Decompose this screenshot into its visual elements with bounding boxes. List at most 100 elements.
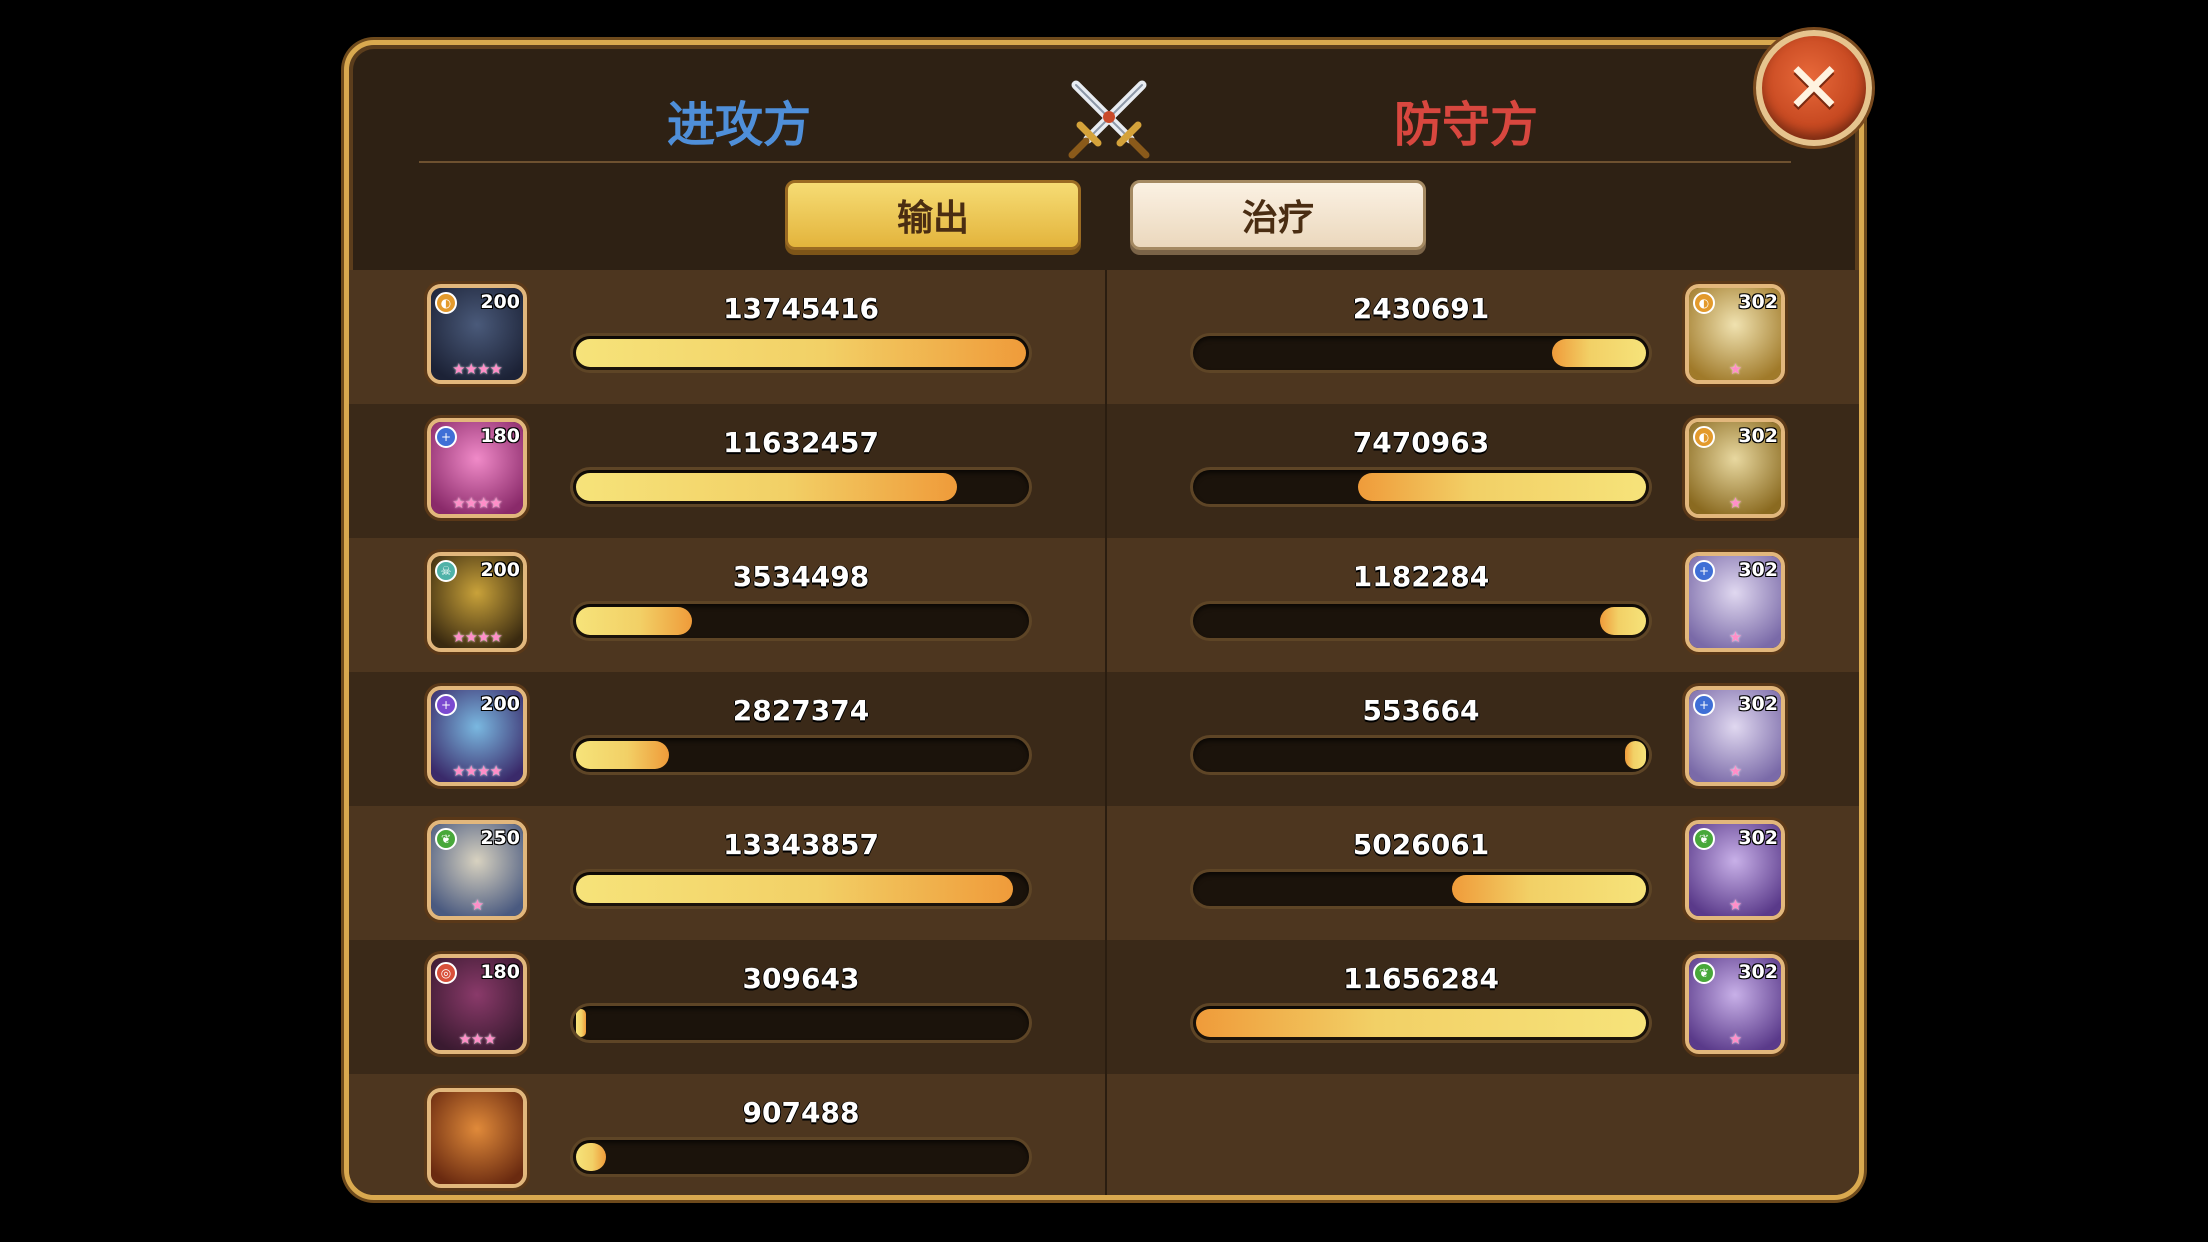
- element-light-icon: ◐: [1693, 426, 1715, 448]
- element-fire-icon: ◎: [435, 962, 457, 984]
- attacker-damage-value: 13745416: [723, 292, 879, 325]
- hero-avatar[interactable]: ❦ 302 ★: [1685, 820, 1785, 920]
- hero-level: 302: [1738, 559, 1778, 581]
- stats-rows: ◐ 200 ★★★★ 13745416 2430691 ◐ 302 ★ +180 ★★★★ 1163…: [349, 270, 1859, 1195]
- close-icon: ✕: [1784, 47, 1844, 129]
- hero-portrait-orange-ogre: [431, 1092, 523, 1184]
- hero-avatar[interactable]: ◐ 200 ★★★★: [427, 284, 527, 384]
- element-nature-icon: ❦: [1693, 962, 1715, 984]
- attacker-damage-value: 2827374: [732, 694, 870, 727]
- crossed-swords-icon: [1064, 73, 1154, 163]
- hero-avatar[interactable]: +200 ★★★★: [427, 686, 527, 786]
- star-rating-icon: ★: [470, 896, 484, 914]
- star-rating-icon: ★★★★: [452, 494, 503, 512]
- tab-output[interactable]: 输出: [785, 180, 1081, 250]
- header-divider: [419, 161, 1791, 163]
- element-shadow-icon: +: [435, 694, 457, 716]
- hero-avatar[interactable]: ☠ 200 ★★★★: [427, 552, 527, 652]
- defender-damage-value: 7470963: [1352, 426, 1490, 459]
- element-light-icon: ◐: [435, 292, 457, 314]
- element-nature-icon: ❦: [435, 828, 457, 850]
- attacker-damage-bar: [573, 738, 1029, 772]
- attacker-damage-value: 309643: [742, 962, 860, 995]
- bar-fill: [576, 1009, 586, 1037]
- hero-avatar[interactable]: ❦ 302 ★: [1685, 954, 1785, 1054]
- star-rating-icon: ★★★★: [452, 628, 503, 646]
- defender-damage-bar: [1193, 336, 1649, 370]
- hero-level: 302: [1738, 693, 1778, 715]
- defender-damage-bar: [1193, 872, 1649, 906]
- hero-avatar[interactable]: ◎ 180 ★★★: [427, 954, 527, 1054]
- star-rating-icon: ★★★★: [452, 762, 503, 780]
- bar-fill: [1196, 1009, 1646, 1037]
- star-rating-icon: ★★★: [458, 1030, 496, 1048]
- defender-damage-bar: [1193, 1006, 1649, 1040]
- stats-row: ☠ 200 ★★★★ 3534498 1182284 +302 ★: [349, 538, 1859, 672]
- bar-fill: [576, 473, 957, 501]
- defender-damage-value: 11656284: [1343, 962, 1499, 995]
- defender-damage-value: 1182284: [1352, 560, 1490, 593]
- star-rating-icon: ★: [1728, 1030, 1742, 1048]
- element-forest-cross-icon: +: [1693, 694, 1715, 716]
- attacker-damage-value: 3534498: [732, 560, 870, 593]
- attacker-damage-value: 13343857: [723, 828, 879, 861]
- hero-avatar[interactable]: +180 ★★★★: [427, 418, 527, 518]
- element-skull-icon: ☠: [435, 560, 457, 582]
- star-rating-icon: ★: [1728, 628, 1742, 646]
- hero-avatar[interactable]: ◐ 302 ★: [1685, 284, 1785, 384]
- star-rating-icon: ★: [1728, 494, 1742, 512]
- bar-fill: [576, 339, 1026, 367]
- defender-damage-value: 5026061: [1352, 828, 1490, 861]
- attacker-title[interactable]: 进攻方: [589, 85, 889, 155]
- tab-heal[interactable]: 治疗: [1130, 180, 1426, 250]
- bar-fill: [576, 741, 669, 769]
- hero-level: 250: [480, 827, 520, 849]
- defender-damage-value: 553664: [1362, 694, 1480, 727]
- attacker-damage-value: 907488: [742, 1096, 860, 1129]
- hero-avatar[interactable]: ❦ 250 ★: [427, 820, 527, 920]
- close-button[interactable]: ✕: [1756, 30, 1872, 146]
- star-rating-icon: ★★★★: [452, 360, 503, 378]
- attacker-damage-bar: [573, 1140, 1029, 1174]
- hero-level: 180: [480, 425, 520, 447]
- bar-fill: [1452, 875, 1646, 903]
- defender-title[interactable]: 防守方: [1316, 85, 1616, 155]
- attacker-damage-bar: [573, 604, 1029, 638]
- defender-damage-bar: [1193, 470, 1649, 504]
- star-rating-icon: ★: [1728, 360, 1742, 378]
- element-light-icon: ◐: [1693, 292, 1715, 314]
- attacker-damage-bar: [573, 872, 1029, 906]
- bar-fill: [576, 1143, 606, 1171]
- bar-fill: [1358, 473, 1646, 501]
- hero-level: 200: [480, 559, 520, 581]
- attacker-damage-bar: [573, 1006, 1029, 1040]
- element-nature-icon: ❦: [1693, 828, 1715, 850]
- hero-level: 200: [480, 693, 520, 715]
- hero-level: 180: [480, 961, 520, 983]
- stats-row: ◎ 180 ★★★ 309643 11656284 ❦ 302 ★: [349, 940, 1859, 1074]
- center-divider: [1105, 270, 1107, 1195]
- battle-stats-panel: 进攻方 防守方 输出 治疗 ◐ 200 ★★★★ 13745416 2430691 ◐ 30…: [344, 40, 1864, 1200]
- hero-avatar[interactable]: ◐ 302 ★: [1685, 418, 1785, 518]
- hero-avatar[interactable]: +302 ★: [1685, 686, 1785, 786]
- star-rating-icon: ★: [1728, 896, 1742, 914]
- defender-damage-bar: [1193, 604, 1649, 638]
- defender-damage-value: 2430691: [1352, 292, 1490, 325]
- hero-avatar[interactable]: +302 ★: [1685, 552, 1785, 652]
- attacker-damage-bar: [573, 336, 1029, 370]
- hero-level: 302: [1738, 291, 1778, 313]
- defender-damage-bar: [1193, 738, 1649, 772]
- element-forest-cross-icon: +: [1693, 560, 1715, 582]
- hero-avatar[interactable]: [427, 1088, 527, 1188]
- attacker-damage-value: 11632457: [723, 426, 879, 459]
- stats-row: ◐ 200 ★★★★ 13745416 2430691 ◐ 302 ★: [349, 270, 1859, 404]
- hero-level: 200: [480, 291, 520, 313]
- hero-level: 302: [1738, 827, 1778, 849]
- bar-fill: [576, 875, 1013, 903]
- bar-fill: [1600, 607, 1646, 635]
- hero-level: 302: [1738, 961, 1778, 983]
- bar-fill: [576, 607, 692, 635]
- stats-row: ❦ 250 ★ 13343857 5026061 ❦ 302 ★: [349, 806, 1859, 940]
- stats-row: +180 ★★★★ 11632457 7470963 ◐ 302 ★: [349, 404, 1859, 538]
- bar-fill: [1625, 741, 1646, 769]
